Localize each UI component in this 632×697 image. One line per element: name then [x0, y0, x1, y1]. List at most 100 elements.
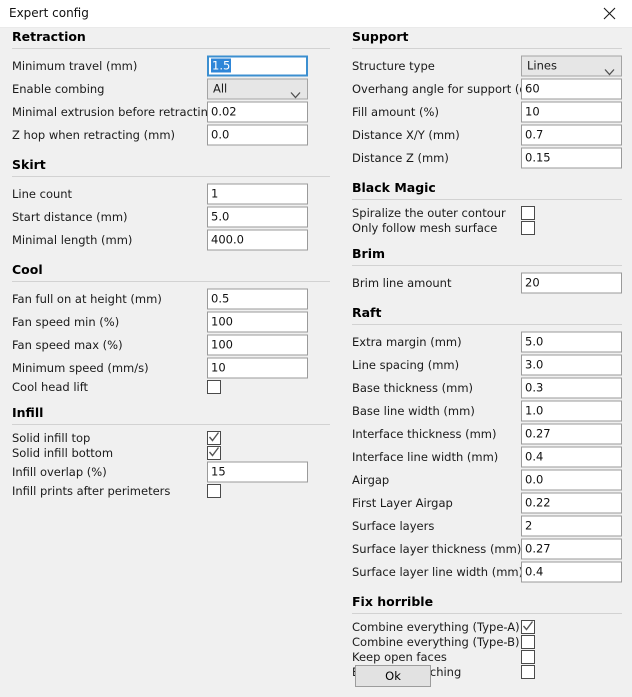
row-surface-layers: Surface layers2	[340, 514, 632, 537]
right-column: Support Structure type Lines Overhang angle…	[340, 28, 632, 679]
input-value-interface-thickness-mm: 0.27	[525, 426, 551, 440]
input-value-start-distance-mm: 5.0	[211, 209, 229, 223]
row-combine-everything-type-b: Combine everything (Type-B)	[340, 634, 632, 649]
input-first-layer-airgap[interactable]: 0.22	[521, 492, 622, 513]
label-base-thickness-mm: Base thickness (mm)	[352, 381, 473, 395]
input-value-line-count: 1	[211, 186, 218, 200]
row-solid-infill-bottom: Solid infill bottom	[0, 445, 340, 460]
checkbox-solid-infill-top[interactable]	[207, 431, 221, 445]
section-cool: CoolFan full on at height (mm)0.5Fan spe…	[0, 251, 340, 394]
label-extra-margin-mm: Extra margin (mm)	[352, 335, 462, 349]
label-cool-head-lift: Cool head lift	[12, 380, 88, 394]
section-title-black-magic: Black Magic	[340, 179, 632, 197]
input-interface-thickness-mm[interactable]: 0.27	[521, 423, 622, 444]
section-skirt: SkirtLine count1Start distance (mm)5.0Mi…	[0, 146, 340, 251]
input-value-minimal-extrusion-before-retracting-mm: 0.02	[211, 104, 237, 118]
input-value-airgap: 0.0	[525, 472, 543, 486]
input-value-z-hop-when-retracting-mm: 0.0	[211, 127, 229, 141]
section-black-magic: Black MagicSpiralize the outer contourOn…	[340, 169, 632, 235]
input-infill-overlap[interactable]: 15	[207, 461, 308, 482]
input-value-first-layer-airgap: 0.22	[525, 495, 551, 509]
row-z-hop-when-retracting-mm: Z hop when retracting (mm)0.0	[0, 123, 340, 146]
row-fan-speed-max: Fan speed max (%)100	[0, 333, 340, 356]
input-minimal-extrusion-before-retracting-mm[interactable]: 0.02	[207, 101, 308, 122]
input-value-minimum-travel-mm: 1.5	[211, 58, 231, 72]
checkbox-infill-prints-after-perimeters[interactable]	[207, 484, 221, 498]
checkbox-extensive-stitching[interactable]	[521, 665, 535, 679]
input-line-spacing-mm[interactable]: 3.0	[521, 354, 622, 375]
checkbox-combine-everything-type-a[interactable]	[521, 620, 535, 634]
input-value-infill-overlap: 15	[211, 464, 226, 478]
input-surface-layers[interactable]: 2	[521, 515, 622, 536]
checkbox-only-follow-mesh-surface[interactable]	[521, 221, 535, 235]
label-combine-everything-type-b: Combine everything (Type-B)	[352, 635, 520, 649]
input-value-extra-margin-mm: 5.0	[525, 334, 543, 348]
row-only-follow-mesh-surface: Only follow mesh surface	[340, 220, 632, 235]
checkbox-keep-open-faces[interactable]	[521, 650, 535, 664]
section-title-skirt: Skirt	[0, 156, 340, 174]
section-title-raft: Raft	[340, 304, 632, 322]
left-column: RetractionMinimum travel (mm)1.5Enable c…	[0, 28, 340, 498]
input-value-fan-speed-min: 100	[211, 314, 233, 328]
input-value-base-thickness-mm: 0.3	[525, 380, 543, 394]
select-structure-type[interactable]: Lines	[521, 55, 622, 76]
input-overhang-angle-for-support-deg[interactable]: 60	[521, 78, 622, 99]
input-value-minimal-length-mm: 400.0	[211, 232, 244, 246]
section-brim: BrimBrim line amount20	[340, 235, 632, 294]
input-value-fan-full-on-at-height-mm: 0.5	[211, 291, 229, 305]
select-enable-combing[interactable]: All	[207, 78, 308, 99]
input-value-surface-layer-thickness-mm: 0.27	[525, 541, 551, 555]
input-minimum-travel-mm[interactable]: 1.5	[207, 55, 308, 76]
row-surface-layer-line-width-mm: Surface layer line width (mm)0.4	[340, 560, 632, 583]
label-overhang-angle-for-support-deg: Overhang angle for support (deg)	[352, 82, 546, 96]
input-start-distance-mm[interactable]: 5.0	[207, 206, 308, 227]
input-surface-layer-thickness-mm[interactable]: 0.27	[521, 538, 622, 559]
input-interface-line-width-mm[interactable]: 0.4	[521, 446, 622, 467]
input-z-hop-when-retracting-mm[interactable]: 0.0	[207, 124, 308, 145]
input-base-thickness-mm[interactable]: 0.3	[521, 377, 622, 398]
checkbox-combine-everything-type-b[interactable]	[521, 635, 535, 649]
row-solid-infill-top: Solid infill top	[0, 430, 340, 445]
row-distance-z-mm: Distance Z (mm) 0.15	[340, 146, 632, 169]
input-value-base-line-width-mm: 1.0	[525, 403, 543, 417]
row-cool-head-lift: Cool head lift	[0, 379, 340, 394]
checkbox-solid-infill-bottom[interactable]	[207, 446, 221, 460]
row-first-layer-airgap: First Layer Airgap0.22	[340, 491, 632, 514]
input-fill-amount[interactable]: 10	[521, 101, 622, 122]
input-value-brim-line-amount: 20	[525, 275, 540, 289]
label-combine-everything-type-a: Combine everything (Type-A)	[352, 620, 520, 634]
label-solid-infill-top: Solid infill top	[12, 431, 90, 445]
section-raft: RaftExtra margin (mm)5.0Line spacing (mm…	[340, 294, 632, 583]
window-title: Expert config	[9, 6, 89, 20]
input-airgap[interactable]: 0.0	[521, 469, 622, 490]
label-surface-layer-thickness-mm: Surface layer thickness (mm)	[352, 542, 521, 556]
label-structure-type: Structure type	[352, 59, 435, 73]
row-infill-prints-after-perimeters: Infill prints after perimeters	[0, 483, 340, 498]
input-brim-line-amount[interactable]: 20	[521, 272, 622, 293]
row-interface-thickness-mm: Interface thickness (mm)0.27	[340, 422, 632, 445]
input-fan-speed-max[interactable]: 100	[207, 334, 308, 355]
label-distance-z-mm: Distance Z (mm)	[352, 151, 449, 165]
input-fan-speed-min[interactable]: 100	[207, 311, 308, 332]
input-line-count[interactable]: 1	[207, 183, 308, 204]
section-title-fix-horrible: Fix horrible	[340, 593, 632, 611]
label-fan-speed-min: Fan speed min (%)	[12, 315, 119, 329]
input-value-surface-layer-line-width-mm: 0.4	[525, 564, 543, 578]
ok-button[interactable]: Ok	[355, 665, 431, 687]
input-minimum-speed-mm-s[interactable]: 10	[207, 357, 308, 378]
input-value-fill-amount: 10	[525, 104, 540, 118]
input-surface-layer-line-width-mm[interactable]: 0.4	[521, 561, 622, 582]
input-base-line-width-mm[interactable]: 1.0	[521, 400, 622, 421]
input-distance-z-mm[interactable]: 0.15	[521, 147, 622, 168]
row-minimal-length-mm: Minimal length (mm) 400.0	[0, 228, 340, 251]
section-title-support: Support	[340, 28, 632, 46]
checkbox-spiralize-the-outer-contour[interactable]	[521, 206, 535, 220]
label-brim-line-amount: Brim line amount	[352, 276, 451, 290]
checkbox-cool-head-lift[interactable]	[207, 380, 221, 394]
input-distance-x-y-mm[interactable]: 0.7	[521, 124, 622, 145]
input-fan-full-on-at-height-mm[interactable]: 0.5	[207, 288, 308, 309]
input-minimal-length-mm[interactable]: 400.0	[207, 229, 308, 250]
close-icon[interactable]	[587, 0, 632, 27]
input-extra-margin-mm[interactable]: 5.0	[521, 331, 622, 352]
label-minimal-length-mm: Minimal length (mm)	[12, 233, 132, 247]
